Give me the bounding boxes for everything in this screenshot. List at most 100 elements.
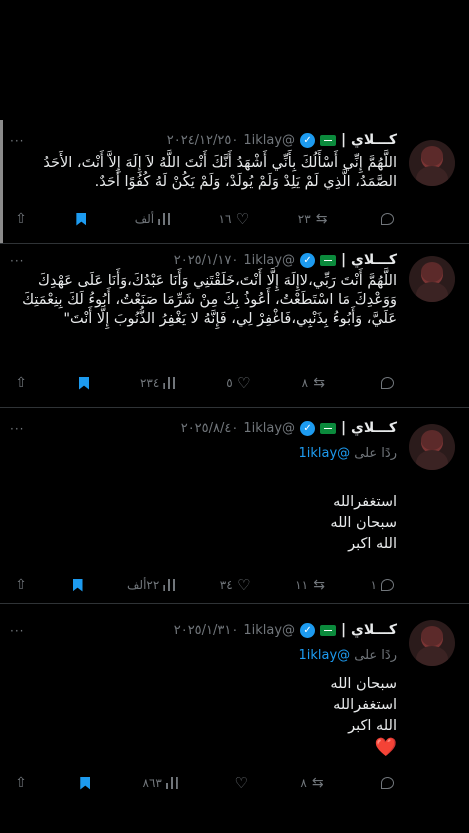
views-icon (163, 579, 176, 591)
like-button[interactable]: ١٦ (219, 212, 250, 226)
reply-count: ١ (370, 578, 377, 592)
bookmark-icon (79, 376, 89, 390)
avatar[interactable] (409, 424, 455, 470)
flag-icon (320, 134, 337, 146)
like-button[interactable]: ٣٤ (220, 578, 251, 592)
views-button[interactable]: ٨٦٣ (143, 776, 178, 790)
reply-button[interactable] (377, 377, 394, 389)
tweet-text: اللَّهُمَّ إِنِّي أَسْأَلُكَ بِأَنِّي أَ… (43, 155, 397, 190)
text-line: الله اكبر (348, 718, 397, 734)
verified-badge-icon: ✓ (300, 622, 316, 638)
tweet-actions: ٢٣ ١٦ ألف (14, 212, 394, 226)
views-button[interactable]: ٢٣٤ (139, 376, 176, 390)
tweet-actions: ٨ ٥ ٢٣٤ (14, 376, 394, 390)
bookmark-button[interactable] (72, 578, 83, 592)
retweet-button[interactable]: ٨ (302, 376, 326, 390)
tweet-text: استغفرالله سبحان الله الله اكبر (12, 492, 397, 555)
verified-badge-icon: ✓ (300, 420, 316, 436)
like-count: ٣٤ (219, 578, 233, 592)
bookmark-icon (80, 776, 91, 790)
timestamp[interactable]: ٢٠٢٥/١/٣١٠ (174, 623, 239, 638)
text-line: استغفرالله (333, 697, 397, 713)
reply-icon (381, 213, 394, 225)
avatar[interactable] (409, 256, 455, 302)
reply-button[interactable] (377, 213, 394, 225)
views-count: ألف (134, 212, 155, 226)
handle[interactable]: @1iklay (243, 421, 295, 436)
handle[interactable]: @1iklay (243, 133, 295, 148)
share-button[interactable] (14, 376, 28, 390)
handle[interactable]: @1iklay (243, 253, 295, 268)
retweet-icon (312, 376, 326, 390)
heart-icon (235, 212, 249, 226)
bookmark-button[interactable] (80, 776, 91, 790)
avatar[interactable] (409, 620, 455, 666)
reply-prefix: ردًا على (354, 648, 397, 663)
flag-icon (320, 422, 337, 434)
retweet-icon (312, 578, 326, 592)
reply-to-handle[interactable]: @1iklay (298, 446, 350, 461)
tweet[interactable]: كـــلاي | ✓ @1iklay ٢٠٢٤/١٢/٢٥٠ ··· اللَ… (0, 120, 469, 244)
flag-icon (320, 254, 337, 266)
reply-button[interactable]: ١ (371, 578, 394, 592)
text-line: استغفرالله (333, 494, 397, 510)
views-count: ٨٦٣ (142, 776, 162, 790)
tweet[interactable]: كـــلاي | ✓ @1iklay ٢٠٢٥/٨/٤٠ ··· ردًا ع… (0, 408, 469, 604)
tweet-header: كـــلاي | ✓ @1iklay ٢٠٢٤/١٢/٢٥٠ (167, 132, 397, 148)
display-name[interactable]: كـــلاي | (341, 252, 397, 268)
verified-badge-icon: ✓ (300, 252, 316, 268)
more-options-icon[interactable]: ··· (10, 624, 24, 638)
views-button[interactable]: ٢٢ألف (127, 578, 176, 592)
reply-to-handle[interactable]: @1iklay (298, 648, 350, 663)
tweet-actions: ١ ١١ ٣٤ ٢٢ألف (14, 578, 394, 592)
share-button[interactable] (14, 776, 28, 790)
retweet-button[interactable]: ٨ (300, 776, 324, 790)
share-button[interactable] (14, 212, 28, 226)
retweet-count: ٢٣ (297, 212, 311, 226)
reply-prefix: ردًا على (354, 446, 397, 461)
tweet-header: كـــلاي | ✓ @1iklay ٢٠٢٥/٨/٤٠ (181, 420, 397, 436)
text-line: سبحان الله (330, 515, 397, 531)
heart-emoji: ❤️ (374, 737, 397, 758)
share-icon (14, 376, 28, 390)
views-count: ٢٣٤ (139, 376, 160, 390)
more-options-icon[interactable]: ··· (10, 134, 24, 148)
timestamp[interactable]: ٢٠٢٥/٨/٤٠ (181, 421, 239, 436)
bookmark-button[interactable] (76, 212, 87, 226)
more-options-icon[interactable]: ··· (10, 422, 24, 436)
like-count: ١٦ (218, 212, 232, 226)
more-options-icon[interactable]: ··· (10, 254, 24, 268)
share-button[interactable] (14, 578, 28, 592)
display-name[interactable]: كـــلاي | (341, 622, 397, 638)
views-icon (158, 213, 171, 225)
reply-icon (381, 579, 394, 591)
handle[interactable]: @1iklay (243, 623, 295, 638)
views-icon (165, 777, 178, 789)
tweet-text: اللَّهُمَّ أَنْتَ رَبِّي،لاإِلَهَ إِلَّا… (22, 273, 397, 327)
reply-button[interactable] (377, 777, 394, 789)
retweet-count: ٨ (300, 776, 307, 790)
retweet-button[interactable]: ١١ (295, 578, 326, 592)
timestamp[interactable]: ٢٠٢٤/١٢/٢٥٠ (167, 133, 239, 148)
tweet[interactable]: كـــلاي | ✓ @1iklay ٢٠٢٥/١/١٧٠ ··· اللَّ… (0, 244, 469, 408)
display-name[interactable]: كـــلاي | (341, 420, 397, 436)
views-button[interactable]: ألف (134, 212, 171, 226)
like-button[interactable] (230, 776, 248, 790)
retweet-button[interactable]: ٢٣ (298, 212, 329, 226)
bookmark-icon (72, 578, 83, 592)
heart-icon (237, 376, 251, 390)
tweet-header: كـــلاي | ✓ @1iklay ٢٠٢٥/١/١٧٠ (174, 252, 397, 268)
replying-to: ردًا على @1iklay (298, 648, 397, 663)
retweet-icon (315, 212, 329, 226)
like-count: ٥ (226, 376, 233, 390)
heart-icon (234, 776, 248, 790)
timestamp[interactable]: ٢٠٢٥/١/١٧٠ (174, 253, 239, 268)
display-name[interactable]: كـــلاي | (341, 132, 397, 148)
share-icon (14, 578, 28, 592)
text-line: سبحان الله (330, 676, 397, 692)
tweet-header: كـــلاي | ✓ @1iklay ٢٠٢٥/١/٣١٠ (174, 622, 397, 638)
avatar[interactable] (409, 140, 455, 186)
like-button[interactable]: ٥ (226, 376, 250, 390)
bookmark-button[interactable] (79, 376, 89, 390)
tweet[interactable]: كـــلاي | ✓ @1iklay ٢٠٢٥/١/٣١٠ ··· ردًا … (0, 604, 469, 804)
